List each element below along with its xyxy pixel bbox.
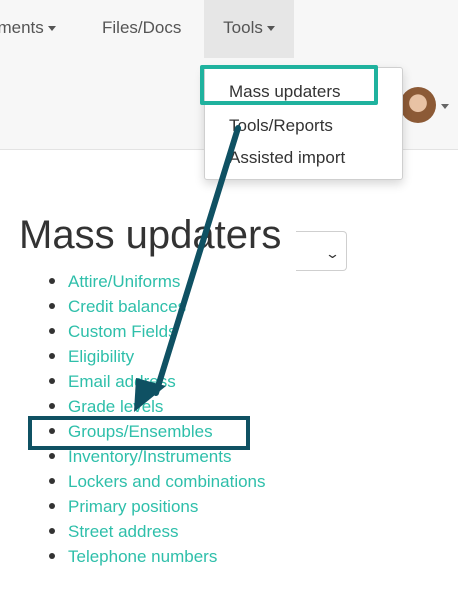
bullet <box>49 303 55 309</box>
bullet <box>49 378 55 384</box>
user-avatar[interactable] <box>400 87 436 123</box>
bullet <box>49 528 55 534</box>
menu-item-mass-updaters[interactable]: Mass updaters <box>229 82 341 102</box>
tools-dropdown-menu: Mass updaters Tools/Reports Assisted imp… <box>204 67 403 180</box>
updater-link-primary-positions[interactable]: Primary positions <box>68 494 198 519</box>
updater-link-inventory-instruments[interactable]: Inventory/Instruments <box>68 444 231 469</box>
bullet <box>49 503 55 509</box>
updater-link-grade-levels[interactable]: Grade levels <box>68 394 163 419</box>
updater-link-groups-ensembles[interactable]: Groups/Ensembles <box>68 419 213 444</box>
nav-item-label: Files/Docs <box>102 18 182 37</box>
bullet <box>49 553 55 559</box>
updater-select[interactable]: ⌄ <box>296 231 347 271</box>
bullet <box>49 403 55 409</box>
nav-item-assignments[interactable]: nments <box>0 0 56 58</box>
bullet <box>49 353 55 359</box>
bullet <box>49 428 55 434</box>
updater-link-street-address[interactable]: Street address <box>68 519 179 544</box>
nav-item-tools[interactable]: Tools <box>204 0 294 58</box>
caret-down-icon <box>266 26 275 32</box>
updater-link-email-address[interactable]: Email address <box>68 369 176 394</box>
nav-item-label: Tools <box>223 18 263 37</box>
updater-link-telephone-numbers[interactable]: Telephone numbers <box>68 544 217 569</box>
chevron-down-icon: ⌄ <box>324 246 341 261</box>
menu-item-tools-reports[interactable]: Tools/Reports <box>229 116 333 136</box>
page-title: Mass updaters <box>19 213 282 257</box>
nav-item-label: nments <box>0 18 44 37</box>
menu-item-assisted-import[interactable]: Assisted import <box>229 148 345 168</box>
bullet <box>49 478 55 484</box>
bullet <box>49 328 55 334</box>
nav-item-files-docs[interactable]: Files/Docs <box>102 0 181 58</box>
bullet <box>49 278 55 284</box>
updater-link-custom-fields[interactable]: Custom Fields <box>68 319 177 344</box>
caret-down-icon <box>47 26 56 32</box>
caret-down-icon[interactable] <box>441 104 449 109</box>
updater-link-credit-balances[interactable]: Credit balances <box>68 294 186 319</box>
bullet <box>49 453 55 459</box>
updater-link-attire-uniforms[interactable]: Attire/Uniforms <box>68 269 180 294</box>
updater-link-lockers[interactable]: Lockers and combinations <box>68 469 266 494</box>
updater-link-eligibility[interactable]: Eligibility <box>68 344 134 369</box>
